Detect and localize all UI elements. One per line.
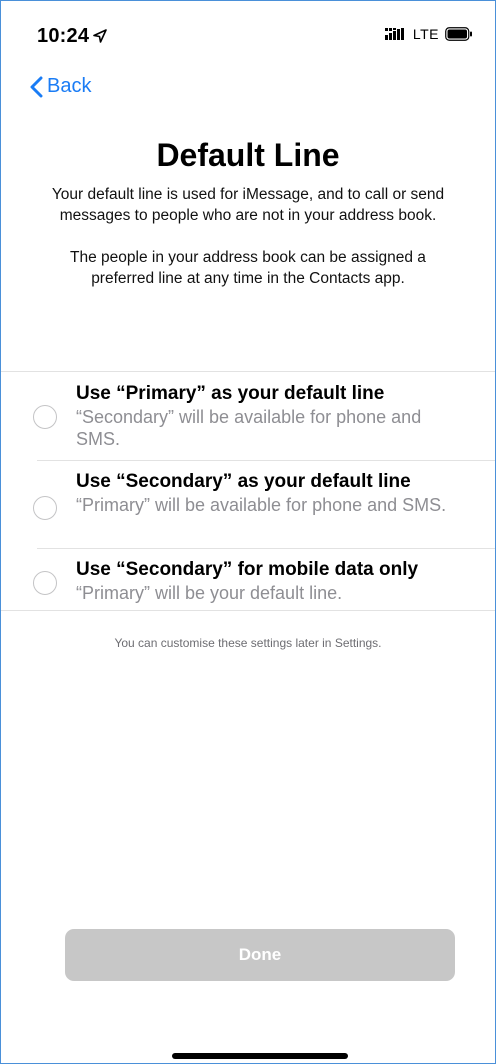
back-label: Back [47,75,92,97]
page-description: Your default line is used for iMessage, … [41,184,455,310]
page-title: Default Line [156,137,340,173]
status-indicators: LTE [384,26,473,42]
network-type: LTE [412,26,439,42]
status-bar: 10:24 LTE [1,1,495,65]
radio-button-icon[interactable] [33,496,57,520]
settings-footnote: You can customise these settings later i… [114,636,382,650]
home-indicator[interactable] [172,1053,348,1059]
chevron-left-icon [30,76,43,97]
option-title: Use “Secondary” for mobile data only [76,559,419,580]
screen: 10:24 LTE Back Default Line Your default… [0,0,496,1064]
description-contacts: The people in your address book can be a… [70,249,426,287]
radio-button-icon[interactable] [33,571,57,595]
option-subtitle: “Primary” will be available for phone an… [76,495,447,515]
option-secondary-data-only[interactable]: Use “Secondary” for mobile data only “Pr… [1,548,495,610]
dual-sim-signal-icon [384,28,404,40]
option-primary-default[interactable]: Use “Primary” as your default line “Seco… [1,372,495,460]
location-arrow-icon [93,29,107,43]
description-default-line: Your default line is used for iMessage, … [51,186,445,224]
done-button[interactable]: Done [65,929,455,981]
line-options-list: Use “Primary” as your default line “Seco… [1,371,495,611]
status-time: 10:24 [37,25,107,48]
option-title: Use “Primary” as your default line [76,383,385,404]
battery-icon [445,27,472,41]
option-title: Use “Secondary” as your default line [76,471,411,492]
option-text: Use “Secondary” for mobile data only “Pr… [76,558,465,604]
option-secondary-default[interactable]: Use “Secondary” as your default line “Pr… [1,460,495,548]
back-button[interactable]: Back [29,75,91,98]
status-time-label: 10:24 [37,25,90,47]
option-text: Use “Secondary” as your default line “Pr… [76,470,465,516]
option-text: Use “Primary” as your default line “Seco… [76,382,465,450]
radio-button-icon[interactable] [33,405,57,429]
option-subtitle: “Primary” will be your default line. [76,583,343,603]
option-subtitle: “Secondary” will be available for phone … [76,407,422,449]
